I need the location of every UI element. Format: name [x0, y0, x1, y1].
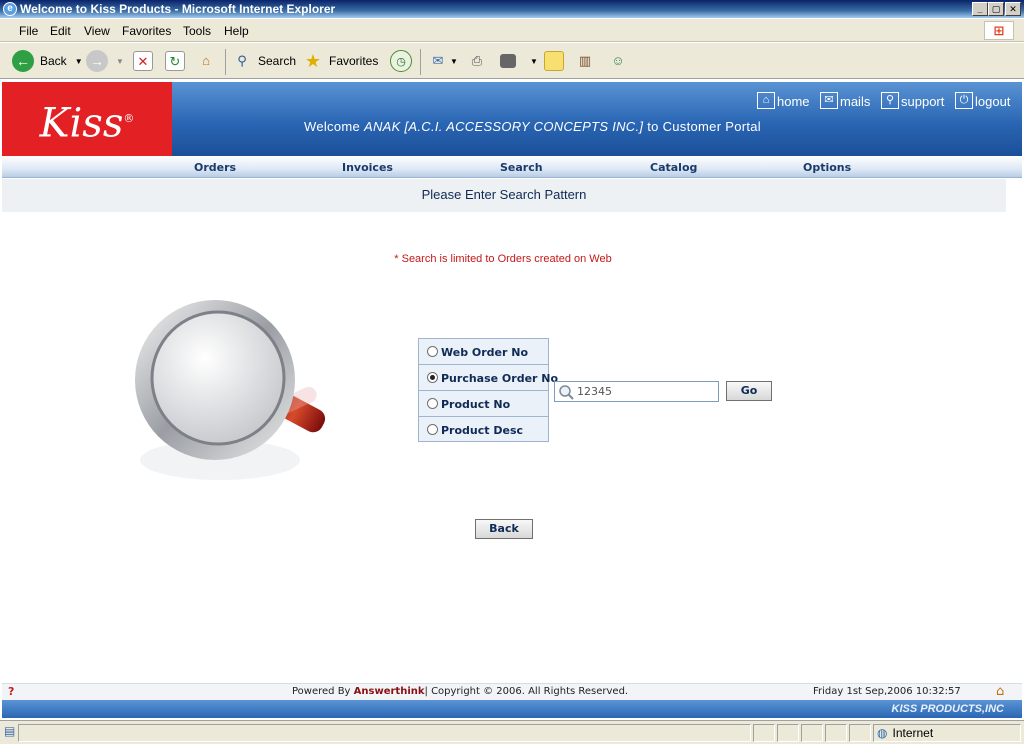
help-icon[interactable]: ?: [8, 685, 14, 698]
search-type-options: Web Order No Purchase Order No Product N…: [418, 338, 558, 443]
zone-label: Internet: [892, 726, 934, 740]
status-text-cell: [18, 724, 751, 742]
home-link[interactable]: ⌂ home: [757, 92, 810, 109]
radio-web-order-no[interactable]: [427, 346, 438, 357]
radio-purchase-order-no[interactable]: [427, 372, 438, 383]
stop-button[interactable]: ✕: [133, 48, 153, 74]
search-input[interactable]: [577, 383, 715, 400]
research-icon: ▥: [578, 53, 592, 68]
history-icon: ◷: [390, 50, 412, 72]
back-button[interactable]: ← Back ▼: [12, 48, 83, 74]
search-icon: [559, 385, 574, 400]
logo-text: Kiss: [39, 100, 124, 147]
maximize-button[interactable]: ▢: [988, 2, 1004, 16]
refresh-button[interactable]: ↻: [165, 48, 185, 74]
discuss-button[interactable]: [544, 48, 564, 74]
home-icon: ⌂: [202, 53, 210, 68]
footer-brand: KISS PRODUCTS,INC: [891, 703, 1004, 715]
nav-orders[interactable]: Orders: [194, 161, 236, 174]
star-icon: ★: [304, 51, 322, 71]
nav-options[interactable]: Options: [803, 161, 851, 174]
home-button[interactable]: ⌂: [196, 48, 216, 74]
search-limit-note: * Search is limited to Orders created on…: [394, 253, 612, 265]
messenger-button[interactable]: ☺: [608, 48, 628, 74]
option-product-desc[interactable]: Product Desc: [419, 417, 548, 443]
footer-datetime: Friday 1st Sep,2006 10:32:57: [813, 686, 961, 697]
search-label: Search: [258, 54, 297, 68]
globe-icon: ◍: [877, 726, 888, 740]
home-icon: ⌂: [757, 92, 775, 109]
refresh-icon: ↻: [165, 51, 185, 71]
logout-icon: ⏻: [955, 92, 973, 109]
kiss-logo[interactable]: Kiss®: [2, 82, 172, 156]
page-footer: ? Powered By Answerthink| Copyright © 20…: [2, 683, 1022, 700]
nav-invoices[interactable]: Invoices: [342, 161, 393, 174]
history-button[interactable]: ◷: [390, 48, 412, 74]
forward-dropdown-icon[interactable]: ▼: [116, 57, 124, 66]
zone-cell: ◍ Internet: [873, 724, 1021, 742]
mail-button[interactable]: ✉ ▼: [428, 48, 458, 74]
messenger-icon: ☺: [611, 53, 625, 68]
edit-dropdown-icon[interactable]: ▼: [530, 57, 538, 66]
menu-bar: File Edit View Favorites Tools Help ⊞: [0, 19, 1024, 42]
print-icon: ⎙: [471, 53, 483, 68]
favorites-button[interactable]: ★ Favorites: [303, 48, 378, 74]
menu-edit[interactable]: Edit: [50, 24, 71, 38]
search-field[interactable]: [554, 381, 719, 402]
windows-logo-icon: ⊞: [984, 21, 1014, 40]
back-arrow-icon: ←: [12, 50, 34, 72]
menu-file[interactable]: File: [19, 24, 38, 38]
option-purchase-order-no[interactable]: Purchase Order No: [419, 365, 558, 391]
edit-button[interactable]: ▼: [500, 48, 538, 74]
menu-tools[interactable]: Tools: [183, 24, 211, 38]
page-icon: ▤: [4, 724, 16, 738]
back-dropdown-icon[interactable]: ▼: [75, 57, 83, 66]
search-icon: ⚲: [237, 53, 247, 68]
note-icon: [544, 51, 564, 71]
menu-help[interactable]: Help: [224, 24, 249, 38]
research-button[interactable]: ▥: [575, 48, 595, 74]
favorites-label: Favorites: [329, 54, 379, 68]
support-icon: ⚲: [881, 92, 899, 109]
mail-dropdown-icon[interactable]: ▼: [450, 57, 458, 66]
menu-view[interactable]: View: [84, 24, 110, 38]
mail-icon: ✉: [820, 92, 838, 109]
welcome-message: Welcome ANAK [A.C.I. ACCESSORY CONCEPTS …: [304, 119, 761, 134]
main-nav: Orders Invoices Search Catalog Options: [2, 156, 1022, 178]
support-link[interactable]: ⚲ support: [881, 92, 944, 109]
window-title: Welcome to Kiss Products - Microsoft Int…: [20, 2, 336, 16]
print-button[interactable]: ⎙: [467, 48, 487, 74]
logout-link[interactable]: ⏻ logout: [955, 92, 1010, 109]
radio-product-desc[interactable]: [427, 424, 438, 435]
browser-toolbar: ← Back ▼ → ▼ ✕ ↻ ⌂ ⚲ Search ★ Favorites …: [0, 43, 1024, 79]
nav-catalog[interactable]: Catalog: [650, 161, 697, 174]
answerthink-link[interactable]: Answerthink: [354, 686, 425, 697]
go-button[interactable]: Go: [726, 381, 772, 401]
search-button[interactable]: ⚲ Search: [232, 48, 296, 74]
nav-search[interactable]: Search: [500, 161, 543, 174]
window-title-bar: e Welcome to Kiss Products - Microsoft I…: [0, 0, 1024, 18]
page-title: Please Enter Search Pattern: [2, 179, 1006, 212]
stop-icon: ✕: [133, 51, 153, 71]
header-banner: ⌂ home ✉ mails ⚲ support ⏻ logout Welcome AN…: [172, 82, 1022, 156]
ie-icon: e: [3, 2, 17, 16]
home-icon[interactable]: ⌂: [996, 684, 1004, 699]
radio-product-no[interactable]: [427, 398, 438, 409]
status-bar: ▤ ◍ Internet: [0, 720, 1024, 744]
forward-arrow-icon: →: [86, 50, 108, 72]
footer-brand-bar: KISS PRODUCTS,INC: [2, 700, 1022, 718]
close-button[interactable]: ✕: [1005, 2, 1021, 16]
option-product-no[interactable]: Product No: [419, 391, 548, 417]
powered-by: Powered By Answerthink| Copyright © 2006…: [292, 686, 629, 697]
forward-button[interactable]: → ▼: [86, 48, 124, 74]
edit-icon: [500, 54, 516, 68]
minimize-button[interactable]: _: [972, 2, 988, 16]
back-page-button[interactable]: Back: [475, 519, 533, 539]
option-web-order-no[interactable]: Web Order No: [419, 339, 548, 365]
mail-icon: ✉: [432, 53, 444, 68]
back-label: Back: [40, 54, 67, 68]
menu-favorites[interactable]: Favorites: [122, 24, 171, 38]
mails-link[interactable]: ✉ mails: [820, 92, 870, 109]
magnifier-illustration: [135, 300, 326, 480]
